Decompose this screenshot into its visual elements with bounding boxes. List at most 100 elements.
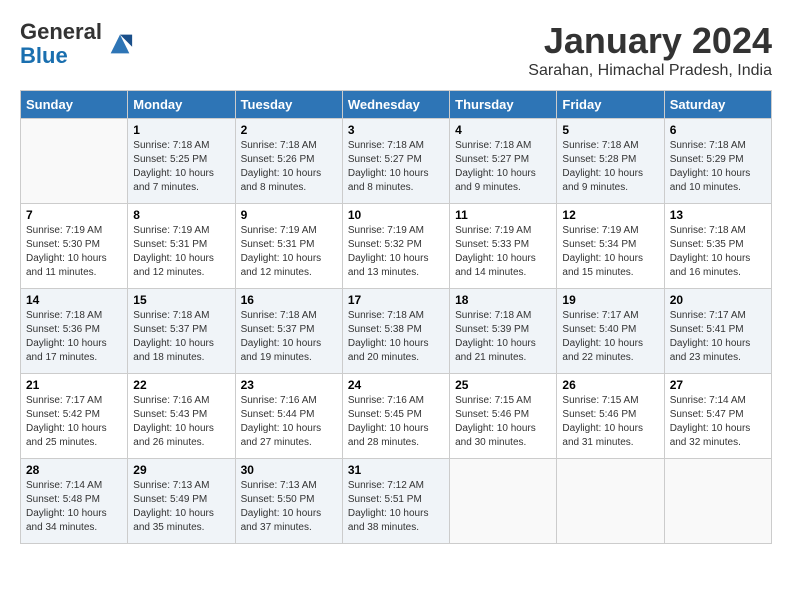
day-info: Sunrise: 7:13 AMSunset: 5:50 PMDaylight:… [241,479,337,535]
title-section: January 2024 Sarahan, Himachal Pradesh, … [528,20,772,80]
day-number: 10 [348,208,444,222]
day-info: Sunrise: 7:18 AMSunset: 5:27 PMDaylight:… [348,139,444,195]
header-day: Friday [557,91,664,119]
header-day: Wednesday [342,91,449,119]
day-info: Sunrise: 7:18 AMSunset: 5:39 PMDaylight:… [455,309,551,365]
day-info: Sunrise: 7:18 AMSunset: 5:25 PMDaylight:… [133,139,229,195]
day-number: 28 [26,463,122,477]
day-info: Sunrise: 7:16 AMSunset: 5:45 PMDaylight:… [348,394,444,450]
calendar-cell: 2Sunrise: 7:18 AMSunset: 5:26 PMDaylight… [235,119,342,204]
calendar-cell: 14Sunrise: 7:18 AMSunset: 5:36 PMDayligh… [21,289,128,374]
calendar-cell: 12 Sunrise: 7:19 AMSunset: 5:34 PMDayligh… [557,204,664,289]
logo-blue: Blue [20,44,102,68]
calendar-cell: 3 Sunrise: 7:18 AMSunset: 5:27 PMDaylight… [342,119,449,204]
day-info: Sunrise: 7:19 AMSunset: 5:31 PMDaylight:… [241,224,337,280]
day-number: 13 [670,208,766,222]
day-number: 31 [348,463,444,477]
calendar-cell [557,459,664,544]
day-info: Sunrise: 7:18 AMSunset: 5:28 PMDaylight:… [562,139,658,195]
calendar-cell: 26Sunrise: 7:15 AMSunset: 5:46 PMDayligh… [557,374,664,459]
calendar-cell: 21Sunrise: 7:17 AMSunset: 5:42 PMDayligh… [21,374,128,459]
calendar-week-row: 28 Sunrise: 7:14 AMSunset: 5:48 PMDayligh… [21,459,772,544]
calendar-cell: 6Sunrise: 7:18 AMSunset: 5:29 PMDaylight… [664,119,771,204]
day-number: 20 [670,293,766,307]
calendar-cell [21,119,128,204]
calendar-cell: 1 Sunrise: 7:18 AMSunset: 5:25 PMDaylight… [128,119,235,204]
day-number: 26 [562,378,658,392]
logo: General Blue [20,20,134,68]
header-day: Tuesday [235,91,342,119]
day-info: Sunrise: 7:18 AMSunset: 5:27 PMDaylight:… [455,139,551,195]
calendar-cell: 4 Sunrise: 7:18 AMSunset: 5:27 PMDaylight… [450,119,557,204]
calendar-cell: 20Sunrise: 7:17 AMSunset: 5:41 PMDayligh… [664,289,771,374]
day-number: 15 [133,293,229,307]
calendar-cell: 25 Sunrise: 7:15 AMSunset: 5:46 PMDayligh… [450,374,557,459]
logo-general: General [20,20,102,44]
calendar-cell: 22Sunrise: 7:16 AMSunset: 5:43 PMDayligh… [128,374,235,459]
day-info: Sunrise: 7:14 AMSunset: 5:48 PMDaylight:… [26,479,122,535]
calendar-week-row: 7 Sunrise: 7:19 AMSunset: 5:30 PMDaylight… [21,204,772,289]
calendar-cell: 29 Sunrise: 7:13 AMSunset: 5:49 PMDayligh… [128,459,235,544]
calendar-cell: 30Sunrise: 7:13 AMSunset: 5:50 PMDayligh… [235,459,342,544]
location-title: Sarahan, Himachal Pradesh, India [528,62,772,80]
day-number: 11 [455,208,551,222]
day-number: 7 [26,208,122,222]
calendar-cell: 8 Sunrise: 7:19 AMSunset: 5:31 PMDaylight… [128,204,235,289]
calendar-cell: 31 Sunrise: 7:12 AMSunset: 5:51 PMDayligh… [342,459,449,544]
logo-icon [106,30,134,58]
day-info: Sunrise: 7:16 AMSunset: 5:43 PMDaylight:… [133,394,229,450]
day-number: 25 [455,378,551,392]
day-number: 19 [562,293,658,307]
day-number: 12 [562,208,658,222]
day-info: Sunrise: 7:19 AMSunset: 5:31 PMDaylight:… [133,224,229,280]
day-info: Sunrise: 7:18 AMSunset: 5:36 PMDaylight:… [26,309,122,365]
day-number: 5 [562,123,658,137]
day-number: 18 [455,293,551,307]
day-info: Sunrise: 7:18 AMSunset: 5:35 PMDaylight:… [670,224,766,280]
day-info: Sunrise: 7:18 AMSunset: 5:38 PMDaylight:… [348,309,444,365]
day-info: Sunrise: 7:15 AMSunset: 5:46 PMDaylight:… [455,394,551,450]
calendar-week-row: 1 Sunrise: 7:18 AMSunset: 5:25 PMDaylight… [21,119,772,204]
day-info: Sunrise: 7:18 AMSunset: 5:29 PMDaylight:… [670,139,766,195]
day-info: Sunrise: 7:13 AMSunset: 5:49 PMDaylight:… [133,479,229,535]
calendar-cell: 23Sunrise: 7:16 AMSunset: 5:44 PMDayligh… [235,374,342,459]
header-day: Monday [128,91,235,119]
day-number: 29 [133,463,229,477]
day-number: 27 [670,378,766,392]
calendar-cell: 19 Sunrise: 7:17 AMSunset: 5:40 PMDayligh… [557,289,664,374]
calendar-cell: 5 Sunrise: 7:18 AMSunset: 5:28 PMDaylight… [557,119,664,204]
calendar-cell: 17 Sunrise: 7:18 AMSunset: 5:38 PMDayligh… [342,289,449,374]
calendar-cell: 27 Sunrise: 7:14 AMSunset: 5:47 PMDayligh… [664,374,771,459]
calendar-header: SundayMondayTuesdayWednesdayThursdayFrid… [21,91,772,119]
day-number: 8 [133,208,229,222]
calendar-cell: 15 Sunrise: 7:18 AMSunset: 5:37 PMDayligh… [128,289,235,374]
day-number: 4 [455,123,551,137]
day-info: Sunrise: 7:12 AMSunset: 5:51 PMDaylight:… [348,479,444,535]
header-day: Thursday [450,91,557,119]
calendar-cell: 9Sunrise: 7:19 AMSunset: 5:31 PMDaylight… [235,204,342,289]
day-info: Sunrise: 7:19 AMSunset: 5:30 PMDaylight:… [26,224,122,280]
day-number: 1 [133,123,229,137]
calendar-week-row: 21Sunrise: 7:17 AMSunset: 5:42 PMDayligh… [21,374,772,459]
day-info: Sunrise: 7:17 AMSunset: 5:40 PMDaylight:… [562,309,658,365]
day-info: Sunrise: 7:14 AMSunset: 5:47 PMDaylight:… [670,394,766,450]
calendar-cell [664,459,771,544]
header-day: Saturday [664,91,771,119]
calendar-cell: 28 Sunrise: 7:14 AMSunset: 5:48 PMDayligh… [21,459,128,544]
day-number: 3 [348,123,444,137]
day-info: Sunrise: 7:18 AMSunset: 5:37 PMDaylight:… [133,309,229,365]
calendar-cell: 24 Sunrise: 7:16 AMSunset: 5:45 PMDayligh… [342,374,449,459]
header-day: Sunday [21,91,128,119]
day-number: 24 [348,378,444,392]
page-header: General Blue January 2024 Sarahan, Himac… [20,20,772,80]
day-number: 17 [348,293,444,307]
calendar-body: 1 Sunrise: 7:18 AMSunset: 5:25 PMDaylight… [21,119,772,544]
day-number: 2 [241,123,337,137]
month-title: January 2024 [528,20,772,62]
day-info: Sunrise: 7:19 AMSunset: 5:33 PMDaylight:… [455,224,551,280]
calendar-cell: 10Sunrise: 7:19 AMSunset: 5:32 PMDayligh… [342,204,449,289]
day-info: Sunrise: 7:19 AMSunset: 5:34 PMDaylight:… [562,224,658,280]
day-info: Sunrise: 7:16 AMSunset: 5:44 PMDaylight:… [241,394,337,450]
day-number: 21 [26,378,122,392]
calendar-cell: 7 Sunrise: 7:19 AMSunset: 5:30 PMDaylight… [21,204,128,289]
